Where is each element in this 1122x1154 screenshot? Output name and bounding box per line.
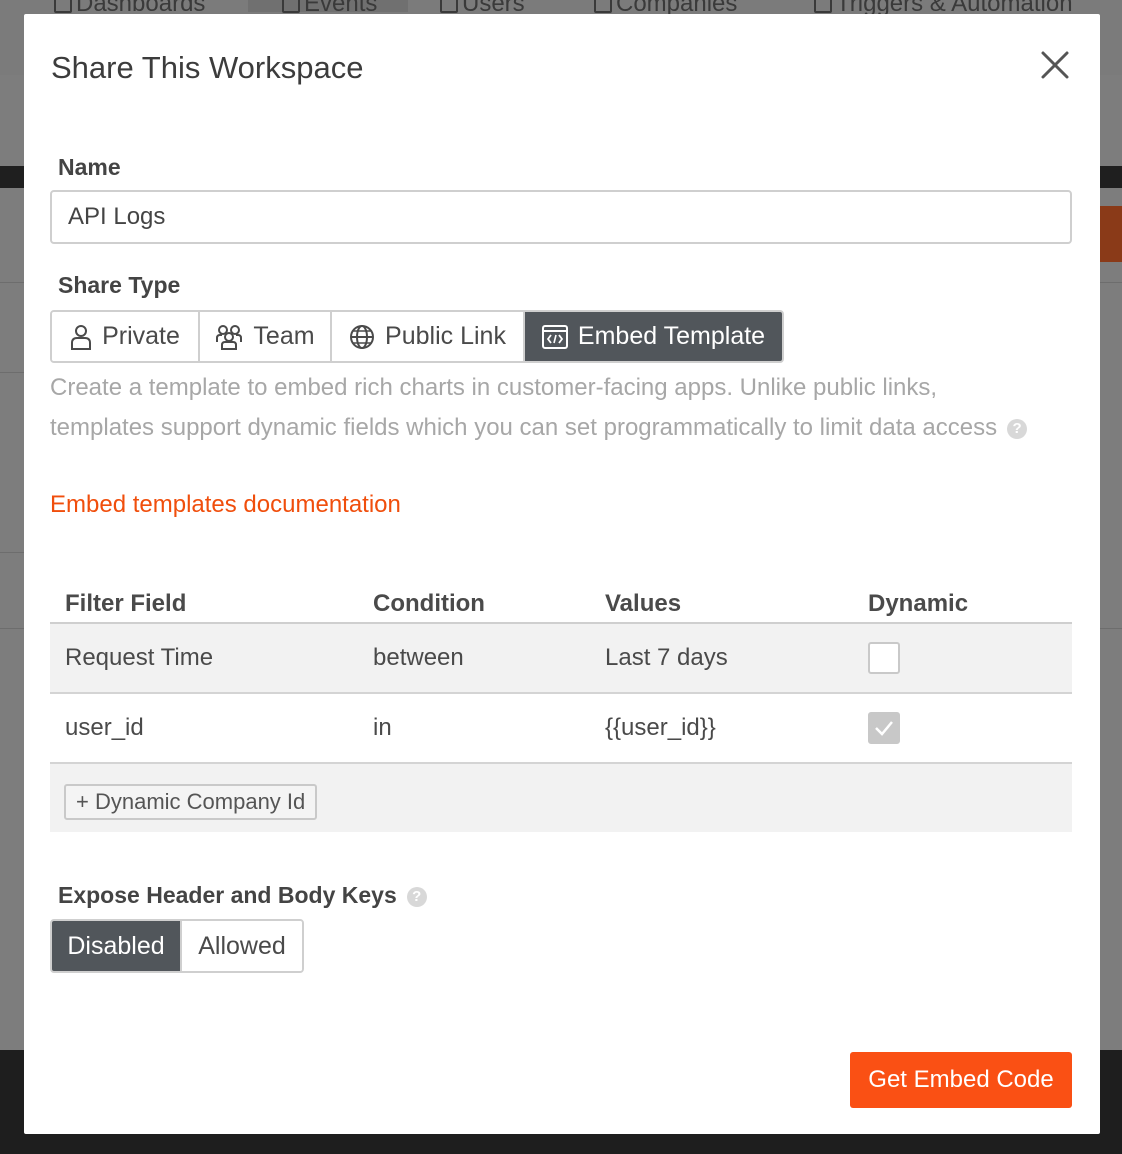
person-icon [71, 324, 92, 350]
share-type-public-link-label: Public Link [385, 322, 506, 350]
dynamic-checkbox[interactable] [868, 712, 900, 744]
share-type-embed-template-label: Embed Template [577, 322, 766, 350]
embed-templates-documentation-link[interactable]: Embed templates documentation [50, 491, 401, 519]
column-header-condition: Condition [373, 590, 485, 617]
team-icon [216, 324, 243, 350]
row-filter-field: user_id [65, 714, 144, 741]
expose-keys-label: Expose Header and Body Keys? [58, 882, 427, 909]
background-divider [0, 552, 24, 553]
share-type-private[interactable]: Private [52, 312, 200, 361]
modal-title: Share This Workspace [51, 50, 364, 85]
row-condition: in [373, 714, 392, 741]
expose-keys-label-text: Expose Header and Body Keys [58, 882, 397, 908]
row-values: Last 7 days [605, 644, 728, 671]
expose-keys-disabled-label: Disabled [67, 931, 165, 960]
share-type-label: Share Type [58, 272, 181, 298]
help-icon[interactable]: ? [406, 886, 427, 907]
background-divider [0, 282, 24, 283]
globe-icon [350, 324, 375, 349]
close-button[interactable] [1038, 48, 1072, 82]
background-divider [0, 372, 24, 373]
close-icon [1041, 51, 1069, 79]
share-type-team-label: Team [253, 322, 315, 350]
expose-keys-allowed[interactable]: Allowed [182, 921, 302, 971]
get-embed-code-button[interactable]: Get Embed Code [850, 1052, 1072, 1108]
column-header-dynamic: Dynamic [868, 590, 969, 617]
row-values: {{user_id}} [605, 714, 716, 741]
table-header: Filter Field Condition Values Dynamic [50, 564, 1072, 624]
description-text: Create a template to embed rich charts i… [50, 374, 998, 441]
expose-keys-allowed-label: Allowed [198, 931, 286, 960]
chart-icon [282, 0, 300, 13]
share-type-embed-template[interactable]: Embed Template [525, 312, 782, 361]
dashboard-icon [54, 0, 72, 13]
expose-keys-disabled[interactable]: Disabled [52, 921, 182, 971]
row-filter-field: Request Time [65, 644, 214, 671]
share-workspace-modal: Share This Workspace Name Share Type Pri… [24, 14, 1100, 1134]
background-divider [0, 628, 24, 629]
share-type-private-label: Private [102, 322, 180, 350]
checkmark-icon [875, 721, 893, 736]
background-divider [1100, 282, 1122, 283]
table-row: Request Time between Last 7 days [50, 624, 1072, 694]
name-input[interactable] [50, 190, 1072, 244]
embed-code-icon [541, 324, 568, 349]
name-label: Name [58, 154, 121, 180]
users-icon [440, 0, 458, 13]
add-filter-row: + Dynamic Company Id [50, 764, 1072, 832]
bell-icon [814, 0, 832, 13]
building-icon [594, 0, 612, 13]
background-divider [1100, 628, 1122, 629]
add-dynamic-company-id-button[interactable]: + Dynamic Company Id [64, 784, 318, 820]
row-condition: between [373, 644, 464, 671]
share-type-team[interactable]: Team [200, 312, 332, 361]
column-header-filter-field: Filter Field [65, 590, 187, 617]
column-header-values: Values [605, 590, 682, 617]
share-type-public-link[interactable]: Public Link [332, 312, 525, 361]
share-type-description: Create a template to embed rich charts i… [50, 368, 1030, 448]
dynamic-checkbox[interactable] [868, 642, 900, 674]
table-row: user_id in {{user_id}} [50, 694, 1072, 764]
filters-table: Filter Field Condition Values Dynamic Re… [50, 564, 1072, 832]
expose-keys-selector: Disabled Allowed [50, 919, 304, 973]
help-icon[interactable]: ? [1007, 418, 1028, 439]
share-type-selector: Private Team Public Link Embed Template [50, 310, 784, 363]
